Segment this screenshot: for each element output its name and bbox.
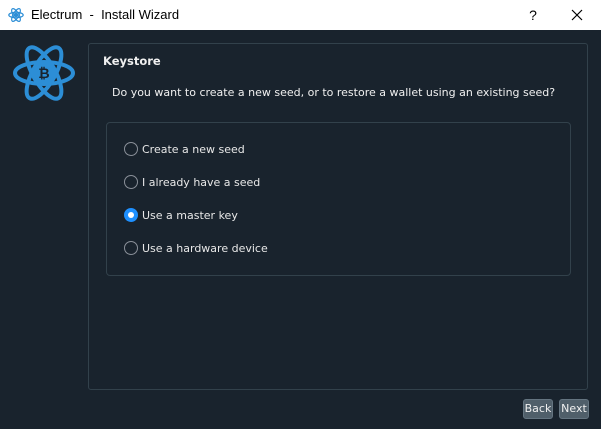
svg-text:₿: ₿ [38, 66, 49, 82]
option-label: Use a master key [142, 208, 238, 222]
keystore-panel: Keystore Do you want to create a new see… [88, 43, 588, 390]
electrum-logo-icon: ₿ [13, 45, 75, 101]
panel-title: Keystore [103, 54, 161, 68]
title-bar: Electrum - Install Wizard ? [0, 0, 601, 30]
window-title: Electrum - Install Wizard [31, 7, 180, 22]
option-label: Create a new seed [142, 142, 245, 156]
next-button[interactable]: Next [559, 399, 589, 419]
option-create-new-seed[interactable]: Create a new seed [124, 140, 424, 158]
electrum-app-icon [8, 8, 24, 22]
radio-button-selected[interactable] [124, 208, 138, 222]
help-icon: ? [529, 7, 537, 23]
option-hardware-device[interactable]: Use a hardware device [124, 239, 424, 257]
radio-button[interactable] [124, 142, 138, 156]
help-button[interactable]: ? [522, 4, 544, 26]
option-have-seed[interactable]: I already have a seed [124, 173, 424, 191]
radio-button[interactable] [124, 175, 138, 189]
close-icon [571, 9, 583, 21]
close-button[interactable] [566, 4, 588, 26]
panel-question: Do you want to create a new seed, or to … [112, 86, 556, 99]
options-group: Create a new seed I already have a seed … [106, 122, 571, 276]
option-master-key[interactable]: Use a master key [124, 206, 424, 224]
option-label: Use a hardware device [142, 241, 268, 255]
radio-button[interactable] [124, 241, 138, 255]
back-button[interactable]: Back [523, 399, 553, 419]
option-label: I already have a seed [142, 175, 261, 189]
